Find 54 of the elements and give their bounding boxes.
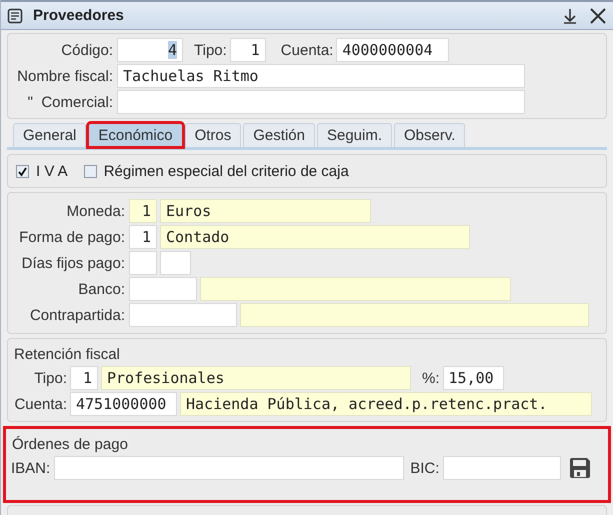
type-description-field[interactable]: Profesionales (101, 366, 411, 390)
type-field[interactable]: 1 (230, 38, 266, 62)
field-label: Nombre fiscal: (16, 68, 113, 84)
input-field[interactable] (129, 277, 197, 301)
tab[interactable]: Seguim. (316, 123, 392, 147)
checkbox-label: Régimen especial del criterio de caja (104, 162, 349, 180)
percent-field[interactable]: 15,00 (442, 366, 504, 390)
tab[interactable]: Observ. (394, 123, 466, 147)
window-icon (7, 8, 23, 24)
field-label: Forma de pago: (18, 228, 125, 246)
field-label: Días fijos pago: (20, 254, 125, 272)
field-label: Contrapartida: (28, 306, 125, 324)
iban-field[interactable] (54, 456, 404, 480)
checkbox[interactable] (84, 164, 97, 178)
field-label: Código: (60, 42, 113, 58)
window-title: Proveedores (33, 7, 124, 24)
field-label: Cuenta: (13, 396, 67, 412)
code-field[interactable]: 4 (117, 38, 183, 62)
input-field[interactable]: 1 (129, 199, 157, 223)
field-label: Tipo: (194, 42, 227, 58)
close-icon[interactable] (589, 6, 607, 24)
field-label: " Comercial: (26, 94, 113, 110)
input-field[interactable]: Euros (160, 199, 371, 223)
tab[interactable]: Otros (184, 123, 242, 147)
field-label: Banco: (77, 280, 125, 298)
input-field[interactable] (129, 303, 237, 327)
input-field[interactable] (160, 251, 191, 275)
input-field[interactable]: 1 (129, 225, 157, 249)
tab[interactable]: Económico (88, 123, 183, 147)
section-title: Órdenes de pago (11, 435, 129, 455)
account-description-field[interactable]: Hacienda Pública, acreed.p.retenc.pract. (180, 392, 592, 416)
trade-name-field[interactable] (117, 90, 525, 114)
type-field[interactable]: 1 (70, 366, 98, 390)
tab[interactable]: Gestión (243, 123, 315, 147)
account-field[interactable]: 4751000000 (70, 392, 177, 416)
field-label: Cuenta: (280, 42, 334, 58)
account-field[interactable]: 4000000004 (336, 38, 450, 62)
field-label: Moneda: (66, 202, 125, 220)
input-field[interactable] (200, 277, 511, 301)
bic-field[interactable] (443, 456, 562, 480)
input-field[interactable]: Contado (160, 225, 470, 249)
field-label: Tipo: (33, 370, 67, 386)
field-label: BIC: (410, 460, 440, 476)
checkbox-label: I V A (36, 162, 68, 180)
input-field[interactable] (129, 251, 157, 275)
download-icon[interactable] (561, 6, 579, 24)
field-label: IBAN: (11, 460, 50, 476)
section-title: Retención fiscal (13, 345, 121, 365)
field-label: %: (422, 370, 440, 386)
save-icon[interactable] (569, 457, 592, 479)
fiscal-name-field[interactable]: Tachuelas Ritmo (117, 64, 525, 88)
checkbox[interactable] (16, 164, 29, 178)
input-field[interactable] (240, 303, 589, 327)
tab[interactable]: General (13, 123, 86, 147)
